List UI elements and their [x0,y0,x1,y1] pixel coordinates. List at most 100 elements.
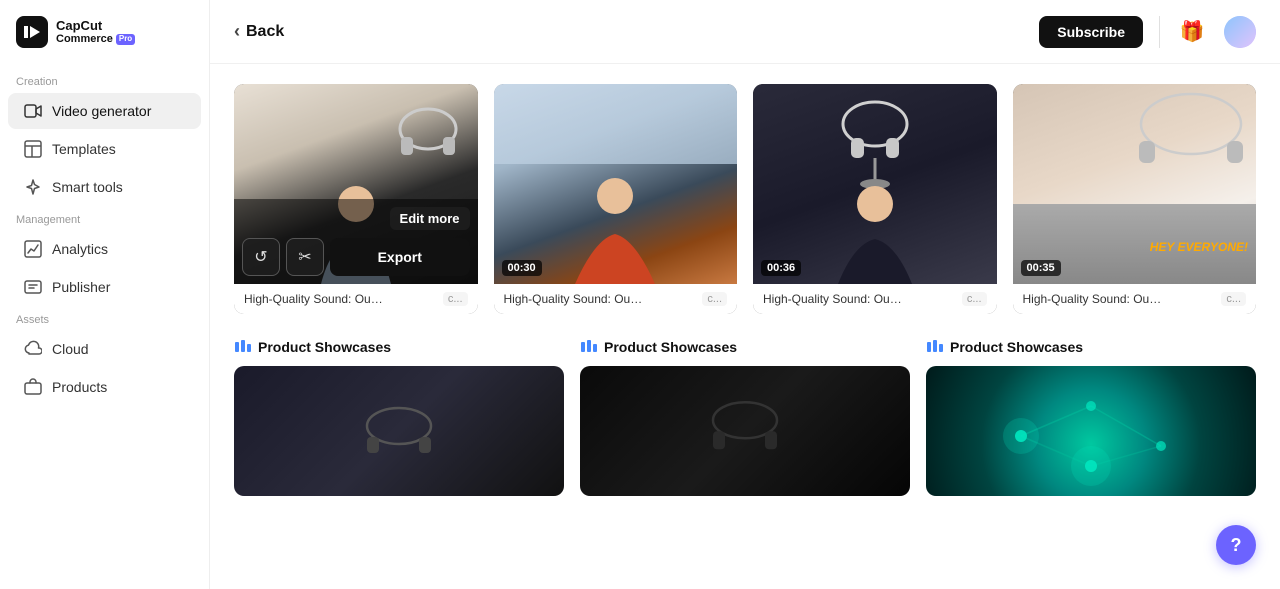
video-thumbnail-2: 00:30 [494,84,738,284]
card-title-2: High-Quality Sound: Our hea... [504,292,644,306]
card-title-3: High-Quality Sound: Our hea... [763,292,903,306]
sidebar-item-products[interactable]: Products [8,369,201,405]
sidebar-item-publisher[interactable]: Publisher [8,269,201,305]
products-icon [24,378,42,396]
thumb-bg-top [494,84,738,164]
card-title-1: High-Quality Sound: Our hea... [244,292,384,306]
section-creation: Creation [0,68,209,92]
sidebar: CapCut Commerce Pro Creation Video gener… [0,0,210,589]
scissors-button[interactable]: ✂ [286,238,324,276]
showcase-label-3: Product Showcases [926,338,1256,356]
avatar[interactable] [1224,16,1256,48]
showcase-card-2[interactable] [580,366,910,496]
logo: CapCut Commerce Pro [0,16,209,68]
product-showcases-row: Product Showcases [234,338,1256,496]
headphone-dark-1 [359,401,439,461]
avatar-image [1224,16,1256,48]
sidebar-item-video-generator-label: Video generator [52,103,151,119]
card-tag-3: c... [962,292,987,306]
cloud-icon [24,340,42,358]
content-area: Edit more ↺ ✂ Export High-Quality Sound:… [210,64,1280,589]
subscribe-button[interactable]: Subscribe [1039,16,1143,48]
back-arrow-icon: ‹ [234,21,240,42]
headphone-flat [1131,89,1251,169]
gift-icon[interactable]: 🎁 [1176,16,1208,48]
showcase-icon-1 [234,338,252,356]
analytics-icon [24,240,42,258]
back-button[interactable]: ‹ Back [234,21,284,42]
showcase-thumb-3 [926,366,1256,496]
showcase-section-1: Product Showcases [234,338,564,496]
showcase-section-3: Product Showcases [926,338,1256,496]
headphone-stand [835,94,915,194]
card-info-3: High-Quality Sound: Our hea... c... [753,284,997,314]
card-actions: ↺ ✂ Export [242,238,470,276]
showcase-label-2: Product Showcases [580,338,910,356]
sidebar-item-products-label: Products [52,379,107,395]
header-divider [1159,16,1160,48]
video-card-3[interactable]: 00:36 High-Quality Sound: Our hea... c..… [753,84,997,314]
card-tag-2: c... [702,292,727,306]
headphone-decoration [393,99,463,169]
headphone-dark-2 [705,395,785,460]
showcase-section-2: Product Showcases [580,338,910,496]
showcase-icon-2 [580,338,598,356]
duration-badge-4: 00:35 [1021,260,1061,276]
video-thumbnail-1: Edit more ↺ ✂ Export [234,84,478,284]
edit-more-label: Edit more [390,207,470,230]
header-left: ‹ Back [234,21,284,42]
templates-icon [24,140,42,158]
video-thumbnail-4: HEY EVERYONE! 00:35 [1013,84,1257,284]
sidebar-item-templates-label: Templates [52,141,116,157]
showcase-thumb-1 [234,366,564,496]
logo-commerce-text: Commerce Pro [56,33,135,45]
showcase-label-1: Product Showcases [234,338,564,356]
main-content: ‹ Back Subscribe 🎁 [210,0,1280,589]
person-silhouette-2 [570,174,660,284]
card-info-1: High-Quality Sound: Our hea... c... [234,284,478,314]
card-tag-1: c... [443,292,468,306]
showcase-card-3[interactable] [926,366,1256,496]
video-thumbnail-3: 00:36 [753,84,997,284]
help-button[interactable]: ? [1216,525,1256,565]
showcase-card-1[interactable] [234,366,564,496]
network-svg [926,366,1256,496]
sidebar-item-analytics[interactable]: Analytics [8,231,201,267]
sidebar-item-smart-tools[interactable]: Smart tools [8,169,201,205]
sidebar-item-analytics-label: Analytics [52,241,108,257]
sidebar-item-publisher-label: Publisher [52,279,110,295]
export-button[interactable]: Export [330,238,470,276]
showcase-icon-3 [926,338,944,356]
header: ‹ Back Subscribe 🎁 [210,0,1280,64]
section-assets: Assets [0,306,209,330]
refresh-button[interactable]: ↺ [242,238,280,276]
video-card-2[interactable]: 00:30 High-Quality Sound: Our hea... c..… [494,84,738,314]
sidebar-item-video-generator[interactable]: Video generator [8,93,201,129]
capcut-logo-icon [16,16,48,48]
logo-capcut-text: CapCut [56,19,135,33]
section-management: Management [0,206,209,230]
video-card-1[interactable]: Edit more ↺ ✂ Export High-Quality Sound:… [234,84,478,314]
sidebar-item-templates[interactable]: Templates [8,131,201,167]
duration-badge-3: 00:36 [761,260,801,276]
card-info-2: High-Quality Sound: Our hea... c... [494,284,738,314]
card-info-4: High-Quality Sound: Our hea... c... [1013,284,1257,314]
showcase-thumb-2 [580,366,910,496]
video-generator-icon [24,102,42,120]
person-silhouette-3 [830,184,920,284]
sidebar-item-cloud[interactable]: Cloud [8,331,201,367]
publisher-icon [24,278,42,296]
back-label: Back [246,23,284,41]
hey-badge: HEY EVERYONE! [1150,240,1248,254]
sidebar-item-cloud-label: Cloud [52,341,89,357]
header-right: Subscribe 🎁 [1039,16,1256,48]
video-grid: Edit more ↺ ✂ Export High-Quality Sound:… [234,84,1256,314]
edit-overlay: Edit more ↺ ✂ Export [234,199,478,284]
duration-badge-2: 00:30 [502,260,542,276]
pro-badge: Pro [116,34,135,45]
card-tag-4: c... [1221,292,1246,306]
sidebar-item-smart-tools-label: Smart tools [52,179,123,195]
video-card-4[interactable]: HEY EVERYONE! 00:35 High-Quality Sound: … [1013,84,1257,314]
card-title-4: High-Quality Sound: Our hea... [1023,292,1163,306]
smart-tools-icon [24,178,42,196]
